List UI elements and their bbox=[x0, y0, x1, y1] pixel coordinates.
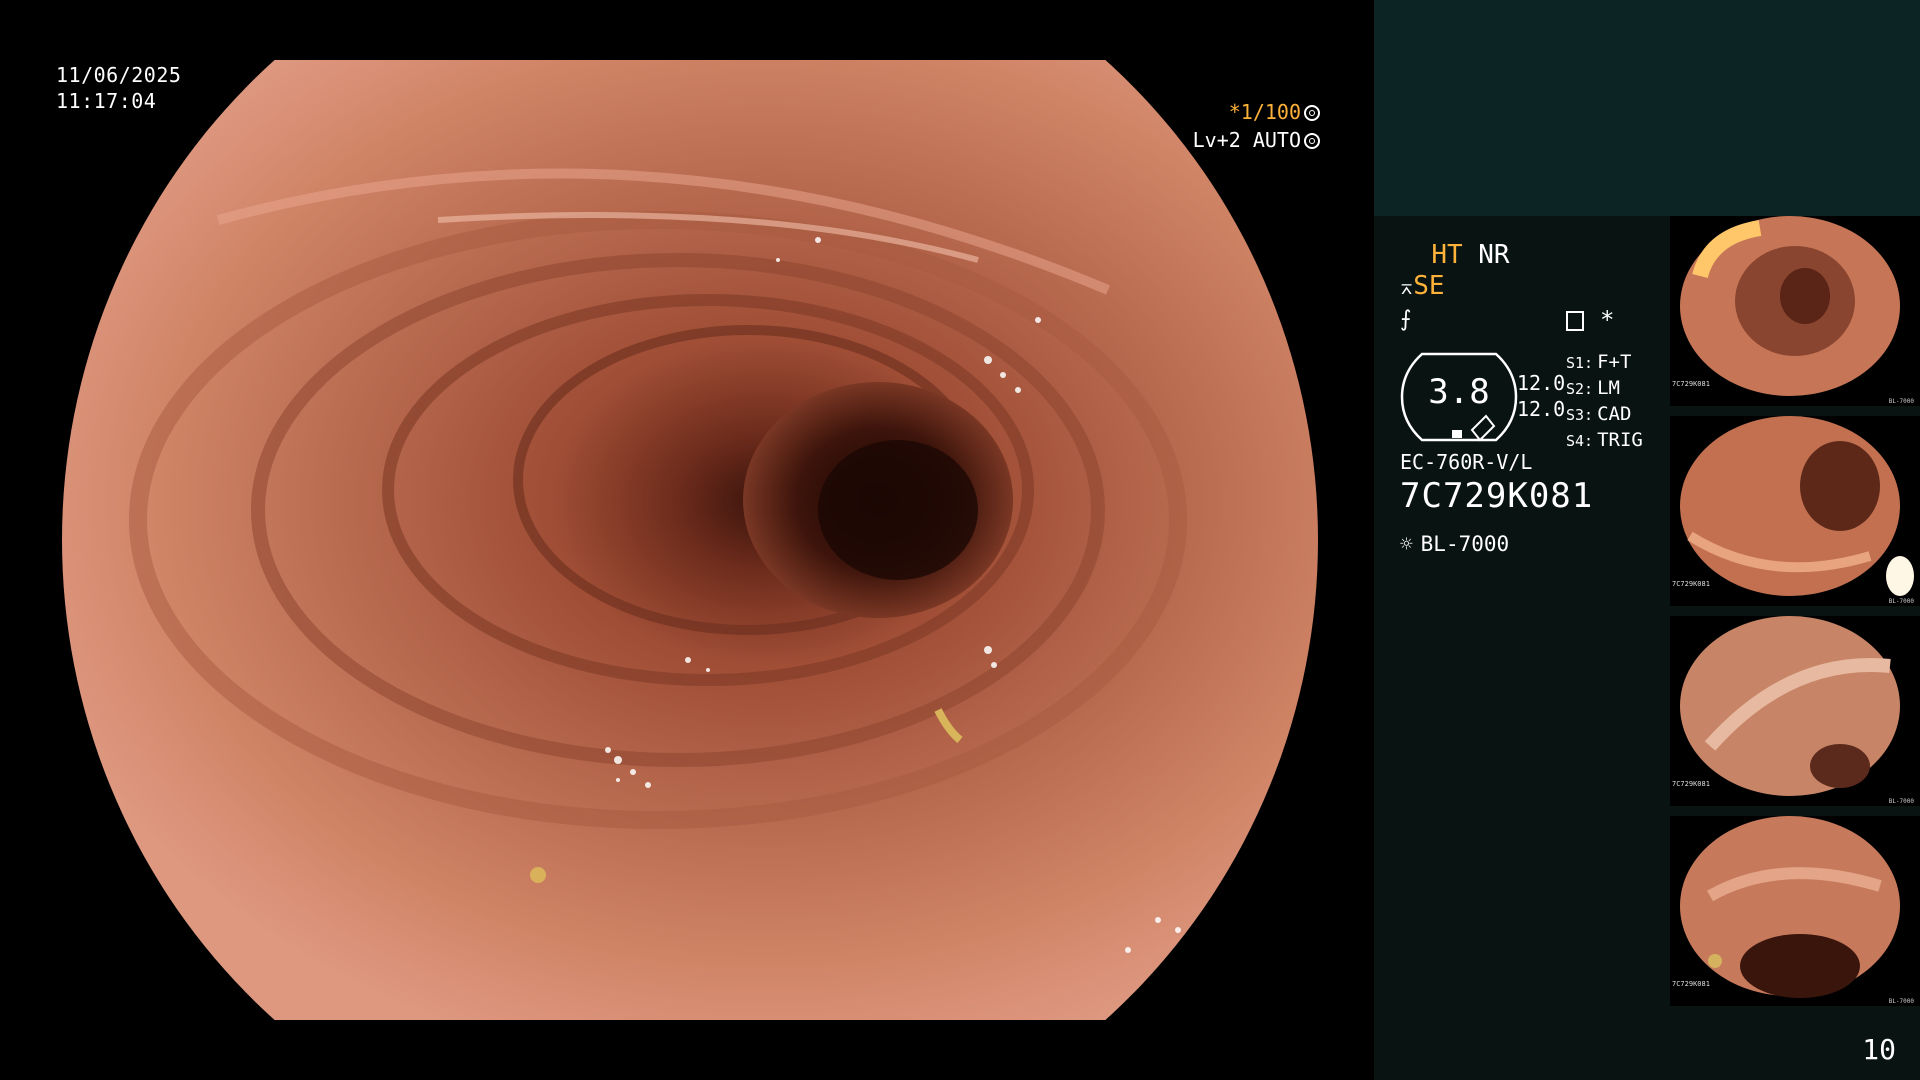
light-source: ☼ BL-7000 bbox=[1400, 532, 1509, 556]
thumbnail-serial: 7C729K081 bbox=[1672, 980, 1710, 988]
image-mode-block: HT NR ⌅SE ⨍ bbox=[1400, 240, 1510, 335]
gauge-side-values: 12.0 12.0 bbox=[1517, 370, 1565, 422]
iris-icon bbox=[1304, 133, 1320, 149]
shutter-speed: *1/100 bbox=[1228, 100, 1301, 124]
switch-item: S1: F+T bbox=[1566, 351, 1632, 373]
thumbnail-scene bbox=[1680, 416, 1914, 596]
gauge-value: 3.8 bbox=[1428, 372, 1490, 412]
thumbnail-serial: 7C729K081 bbox=[1672, 380, 1710, 388]
switch-item: S3: CAD bbox=[1566, 403, 1632, 425]
info-panel-header bbox=[1374, 0, 1920, 216]
colon-lumen-image bbox=[62, 60, 1318, 1020]
thumbnail-serial: 7C729K081 bbox=[1672, 780, 1710, 788]
endoscope-main-view bbox=[58, 60, 1322, 1020]
thumbnail-image[interactable]: 7C729K081 BL-7000 bbox=[1670, 216, 1920, 406]
shutter-icon bbox=[1304, 105, 1320, 121]
color-mode-icon: ⨍ bbox=[1400, 307, 1412, 332]
switch-item: S2: LM bbox=[1566, 377, 1620, 399]
thumbnail-scene bbox=[1680, 616, 1900, 796]
exposure-overlay: *1/100 Lv+2 AUTO bbox=[1193, 98, 1320, 154]
light-source-icon: ☼ bbox=[1400, 532, 1413, 556]
se-mode: SE bbox=[1413, 271, 1445, 301]
thumbnail-scene bbox=[1680, 216, 1900, 396]
settings-list-icon bbox=[1566, 311, 1584, 331]
thumbnail-light: BL-7000 bbox=[1888, 398, 1914, 405]
switch-item: S4: TRIG bbox=[1566, 429, 1643, 451]
ht-mode: HT bbox=[1431, 240, 1463, 270]
thumbnail-serial: 7C729K081 bbox=[1672, 580, 1710, 588]
thumbnail-image[interactable]: 7C729K081 BL-7000 bbox=[1670, 416, 1920, 606]
image-count: 10 bbox=[1862, 1033, 1896, 1066]
nr-mode: NR bbox=[1478, 240, 1510, 270]
panel-icons: * bbox=[1566, 306, 1614, 334]
structure-enhance-icon: ⌅ bbox=[1400, 275, 1414, 300]
scope-model: EC-760R-V/L bbox=[1400, 450, 1533, 474]
thumbnail-scene bbox=[1680, 816, 1900, 998]
brightness-level: Lv+2 AUTO bbox=[1192, 128, 1301, 152]
star-icon: * bbox=[1600, 306, 1615, 334]
scope-serial: 7C729K081 bbox=[1400, 476, 1594, 516]
thumbnail-image[interactable]: 7C729K081 BL-7000 bbox=[1670, 616, 1920, 806]
gauge-side-1: 12.0 bbox=[1517, 371, 1566, 395]
thumbnail-light: BL-7000 bbox=[1888, 598, 1914, 605]
thumbnail-light: BL-7000 bbox=[1888, 998, 1914, 1005]
thumbnail-light: BL-7000 bbox=[1888, 798, 1914, 805]
gauge-side-2: 12.0 bbox=[1517, 397, 1566, 421]
thumbnail-image[interactable]: 7C729K081 BL-7000 bbox=[1670, 816, 1920, 1006]
light-source-label: BL-7000 bbox=[1420, 532, 1510, 556]
scope-switch-list: S1: F+T S2: LM S3: CAD S4: TRIG bbox=[1566, 350, 1643, 454]
